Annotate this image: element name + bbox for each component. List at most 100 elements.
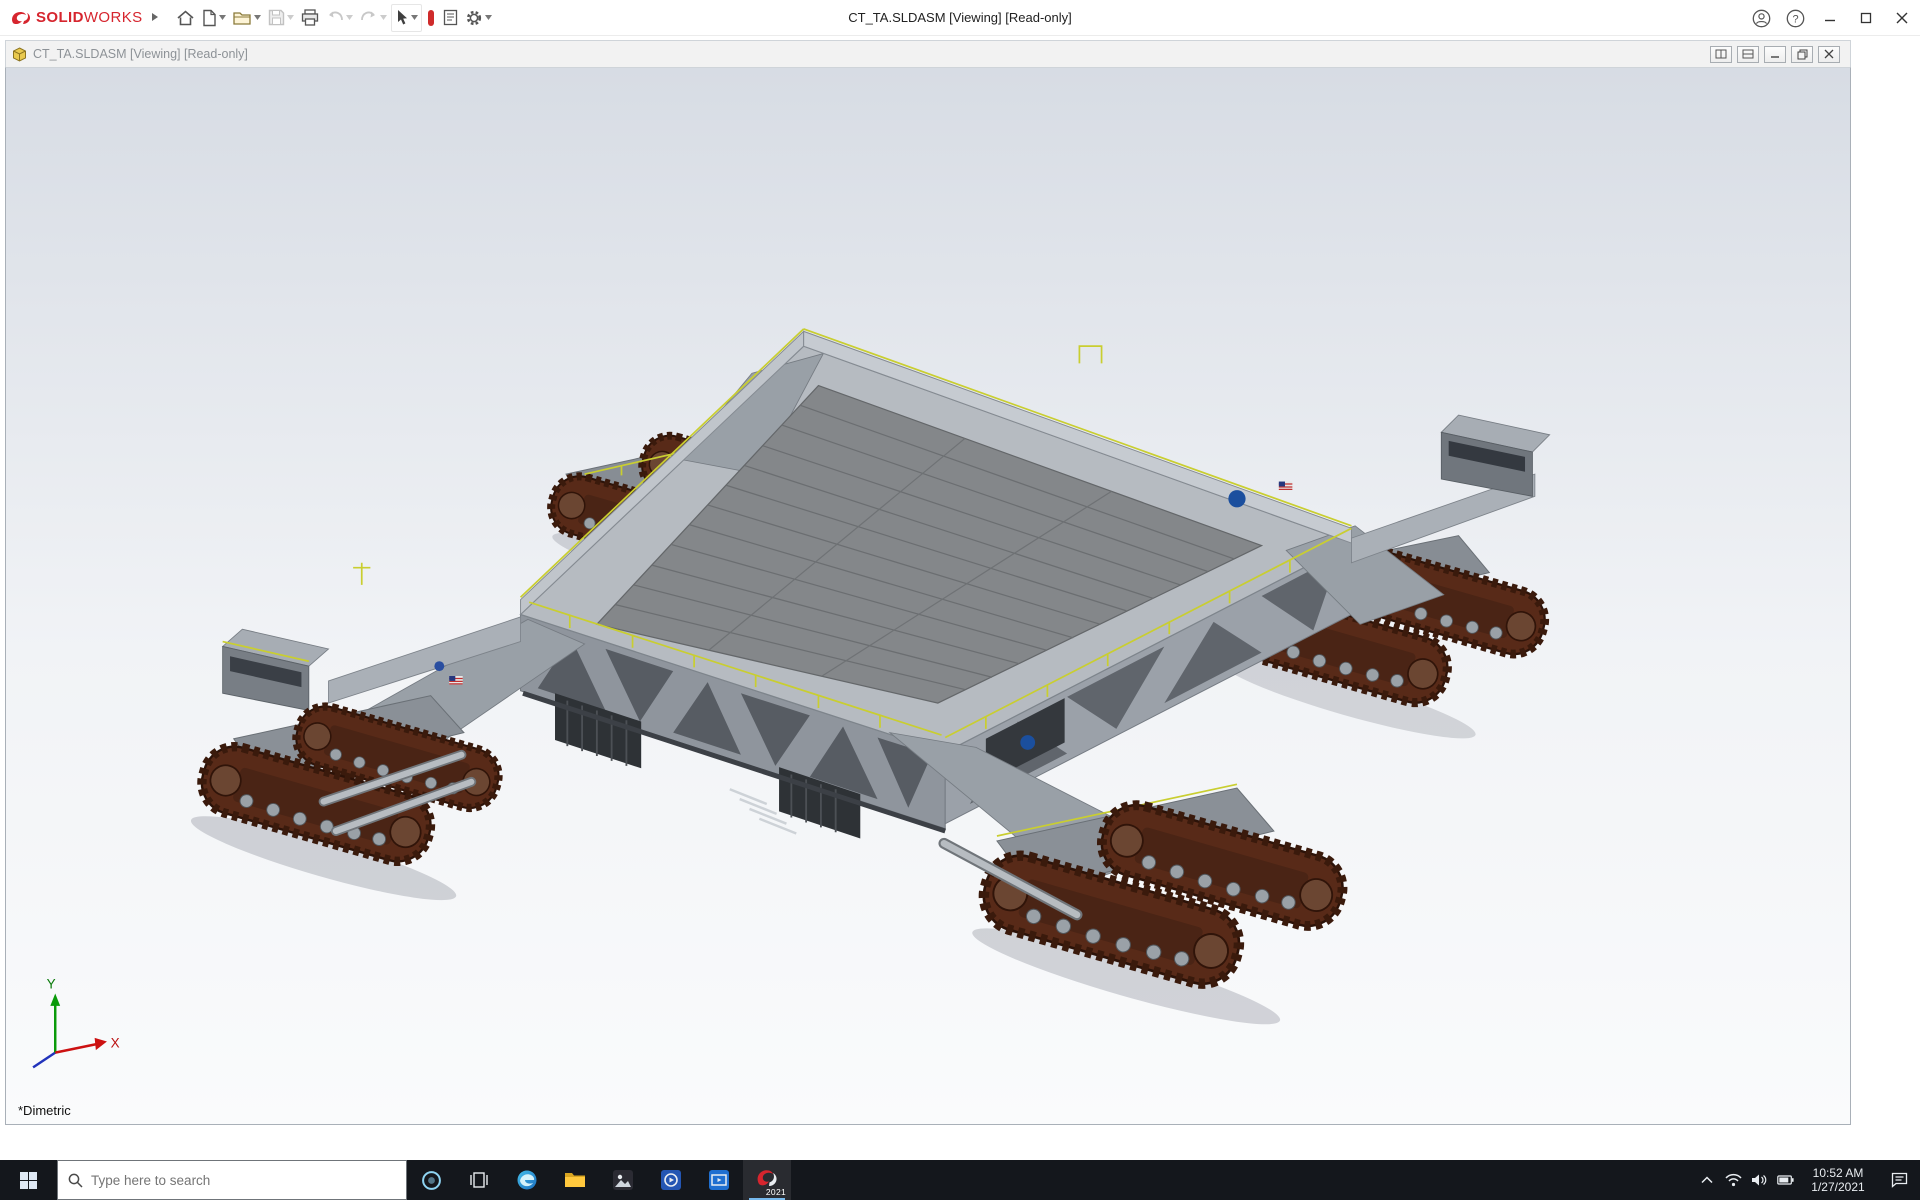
taskbar-clock[interactable]: 10:52 AM 1/27/2021: [1798, 1166, 1878, 1194]
minimize-icon: [1824, 12, 1836, 24]
search-input[interactable]: [91, 1173, 371, 1188]
home-button[interactable]: [173, 4, 198, 32]
action-center-icon: [1891, 1172, 1908, 1188]
volume-button[interactable]: [1746, 1160, 1772, 1200]
photos-button[interactable]: [599, 1160, 647, 1200]
speaker-icon: [1751, 1173, 1767, 1187]
battery-button[interactable]: [1772, 1160, 1798, 1200]
file-explorer-button[interactable]: [551, 1160, 599, 1200]
assembly-icon: [12, 47, 27, 62]
quick-access-toolbar: [173, 4, 495, 32]
cortana-button[interactable]: [407, 1160, 455, 1200]
action-center-button[interactable]: [1878, 1160, 1920, 1200]
document-window-controls: [1710, 46, 1844, 63]
taskbar-search[interactable]: [57, 1160, 407, 1200]
media-player-button[interactable]: [647, 1160, 695, 1200]
new-document-icon: [202, 9, 217, 27]
edge-icon: [516, 1169, 538, 1191]
doc-close-button[interactable]: [1818, 46, 1840, 63]
cortana-icon: [421, 1170, 442, 1191]
file-properties-button[interactable]: [440, 4, 461, 32]
triad-y-label: Y: [47, 977, 56, 992]
solidworks-taskbar-button[interactable]: 2021: [743, 1160, 791, 1200]
dropdown-caret-icon: [219, 15, 226, 20]
system-tray: 10:52 AM 1/27/2021: [1694, 1160, 1920, 1200]
movies-tv-button[interactable]: [695, 1160, 743, 1200]
dropdown-caret-icon: [254, 15, 261, 20]
marketplace-button[interactable]: [423, 4, 439, 32]
doc-minimize-button[interactable]: [1764, 46, 1786, 63]
doc-restore-button[interactable]: [1791, 46, 1813, 63]
options-button[interactable]: [462, 4, 495, 32]
print-button[interactable]: [298, 4, 322, 32]
movies-tv-icon: [708, 1169, 730, 1191]
print-icon: [301, 9, 319, 26]
minimize-button[interactable]: [1812, 0, 1848, 36]
media-player-icon: [660, 1169, 682, 1191]
close-icon: [1824, 49, 1834, 59]
chevron-up-icon: [1701, 1176, 1713, 1184]
undo-button[interactable]: [323, 4, 356, 32]
photos-icon: [612, 1169, 634, 1191]
account-icon: [1752, 9, 1771, 28]
start-button[interactable]: [0, 1160, 57, 1200]
search-icon: [68, 1173, 83, 1188]
dropdown-caret-icon: [411, 15, 418, 20]
triad-x-label: X: [111, 1036, 120, 1051]
restore-button[interactable]: [1848, 0, 1884, 36]
hidden-icons-button[interactable]: [1694, 1160, 1720, 1200]
document-titlebar[interactable]: CT_TA.SLDASM [Viewing] [Read-only]: [5, 40, 1851, 67]
titlebar-right-controls: ?: [1744, 0, 1920, 36]
undo-icon: [326, 10, 344, 25]
select-cursor-icon: [395, 9, 409, 26]
windows-taskbar: 2021: [0, 1160, 1920, 1200]
solidworks-version-badge: 2021: [766, 1187, 786, 1197]
dropdown-caret-icon: [287, 15, 294, 20]
graphics-area[interactable]: Y X *Dimetric: [5, 67, 1851, 1125]
minimize-icon: [1770, 49, 1780, 59]
account-button[interactable]: [1744, 0, 1778, 36]
file-properties-icon: [443, 9, 458, 26]
restore-icon: [1797, 49, 1808, 60]
save-button[interactable]: [265, 4, 297, 32]
wifi-icon: [1725, 1173, 1742, 1187]
redo-icon: [360, 10, 378, 25]
view-orientation-label: *Dimetric: [18, 1103, 71, 1118]
network-button[interactable]: [1720, 1160, 1746, 1200]
dropdown-caret-icon: [380, 15, 387, 20]
clock-date: 1/27/2021: [1802, 1180, 1874, 1194]
ds-logo-icon: [10, 10, 32, 26]
brand-text: SOLIDWORKS: [36, 9, 143, 26]
home-icon: [176, 9, 195, 27]
select-tool-button[interactable]: [391, 4, 422, 32]
new-document-button[interactable]: [199, 4, 229, 32]
help-icon: ?: [1786, 9, 1805, 28]
help-button[interactable]: ?: [1778, 0, 1812, 36]
task-view-icon: [469, 1171, 489, 1189]
dropdown-caret-icon: [485, 15, 492, 20]
battery-icon: [1777, 1175, 1794, 1185]
split-pane-icon: [1715, 49, 1727, 59]
clock-time: 10:52 AM: [1802, 1166, 1874, 1180]
close-button[interactable]: [1884, 0, 1920, 36]
restore-icon: [1860, 12, 1872, 24]
task-view-button[interactable]: [455, 1160, 503, 1200]
redo-button[interactable]: [357, 4, 390, 32]
edge-button[interactable]: [503, 1160, 551, 1200]
document-title: CT_TA.SLDASM [Viewing] [Read-only]: [33, 47, 248, 61]
svg-text:?: ?: [1792, 13, 1798, 25]
pane-right-button[interactable]: [1737, 46, 1759, 63]
pane-left-button[interactable]: [1710, 46, 1732, 63]
dropdown-caret-icon: [346, 15, 353, 20]
crawler-transporter-model[interactable]: Y X: [6, 68, 1850, 1124]
app-titlebar: SOLIDWORKS: [0, 0, 1920, 36]
save-icon: [268, 9, 285, 26]
open-button[interactable]: [230, 4, 264, 32]
marketplace-icon: [426, 9, 436, 27]
toolbar-expand-arrow[interactable]: [151, 9, 159, 27]
gear-icon: [465, 9, 483, 27]
close-icon: [1896, 12, 1908, 24]
open-folder-icon: [233, 10, 252, 26]
solidworks-logo: SOLIDWORKS: [0, 9, 143, 26]
desktop: SOLIDWORKS: [0, 0, 1920, 1200]
